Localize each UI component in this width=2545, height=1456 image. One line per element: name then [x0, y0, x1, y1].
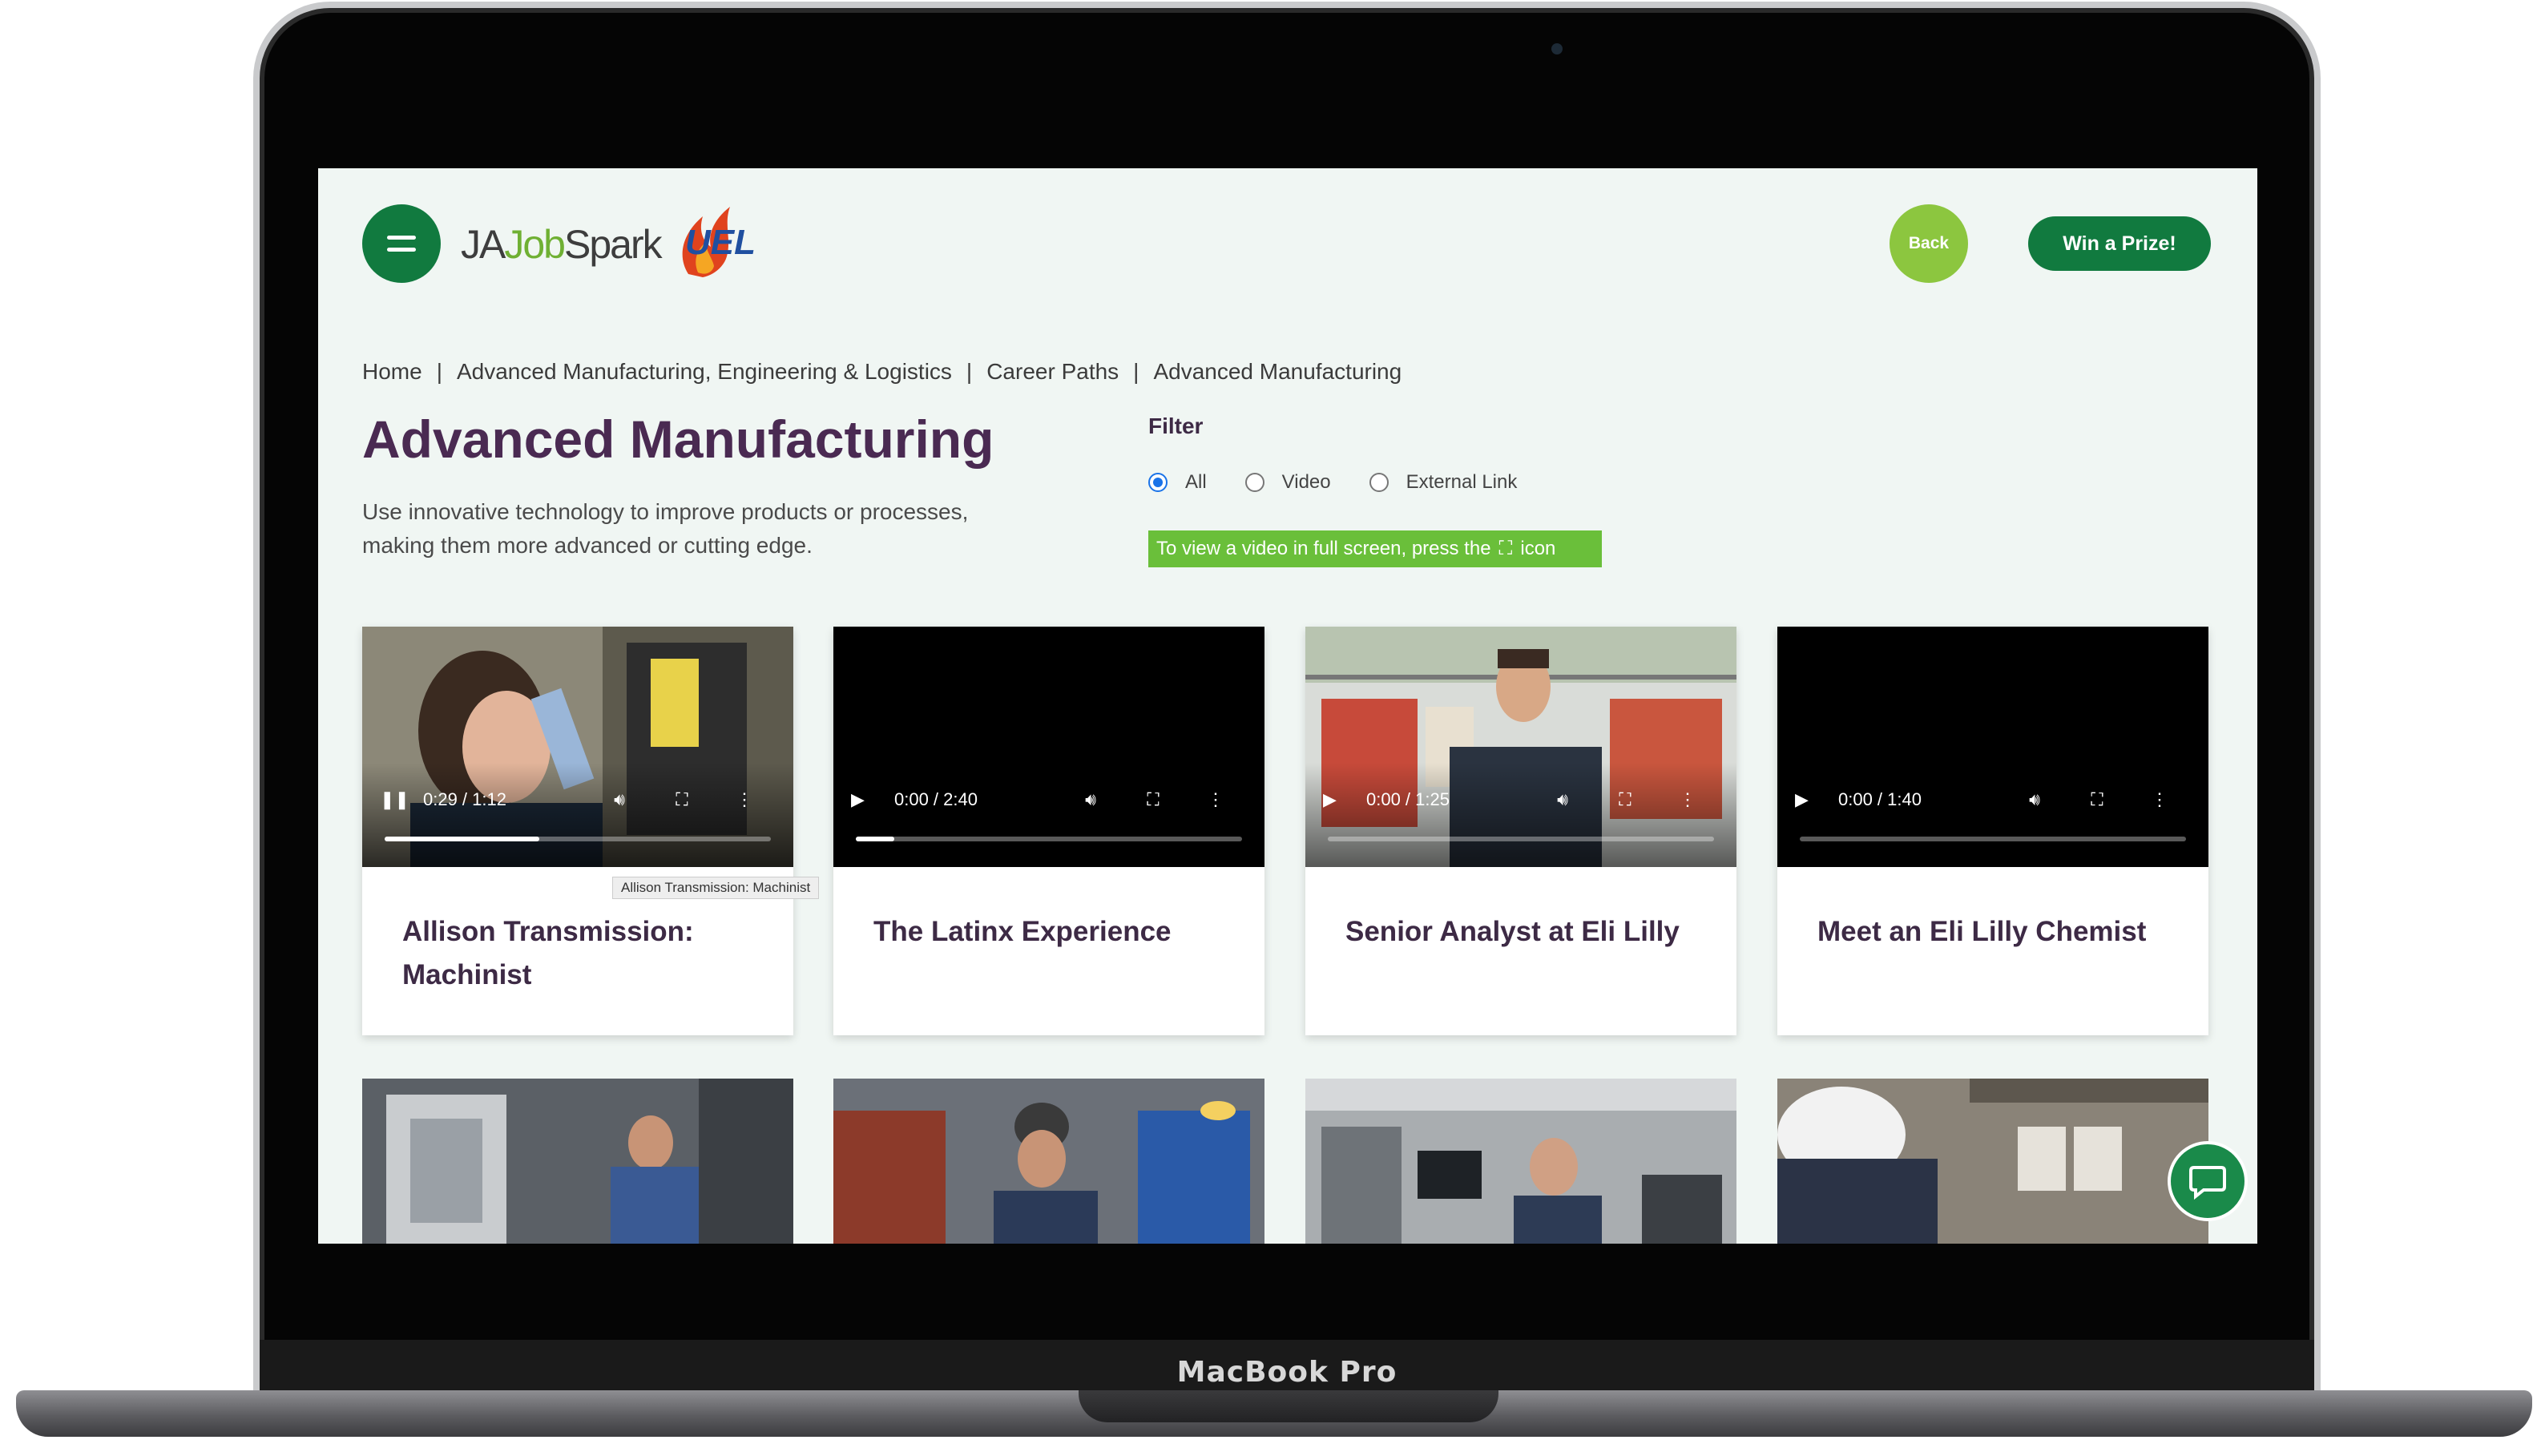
video-controls: ▶ 0:00 / 1:40 🔊︎ ⛶ ⋮ — [1795, 784, 2191, 816]
logo-ja: JA — [461, 222, 506, 267]
chat-button[interactable] — [2168, 1141, 2248, 1221]
video-card[interactable]: ▶ 0:00 / 1:25 🔊︎ ⛶ ⋮ Senior Analyst at E… — [1305, 627, 1736, 1035]
video-controls: ▶ 0:00 / 1:25 🔊︎ ⛶ ⋮ — [1323, 784, 1719, 816]
chat-icon — [2189, 1166, 2226, 1200]
video-thumbnail[interactable] — [1777, 1079, 2208, 1244]
video-frame — [362, 627, 793, 867]
back-button[interactable]: Back — [1890, 204, 1968, 283]
screen: JA Job Spark UEL Back Win a Prize! Home … — [318, 168, 2257, 1244]
breadcrumb-separator: | — [1133, 359, 1139, 384]
menu-icon-bar — [387, 236, 416, 240]
video-title[interactable]: Meet an Eli Lilly Chemist — [1777, 867, 2208, 954]
notice-text: To view a video in full screen, press th… — [1156, 538, 1491, 559]
more-vert-icon[interactable]: ⋮ — [2128, 789, 2191, 810]
video-player[interactable]: ▶ 0:00 / 2:40 🔊︎ ⛶ ⋮ — [833, 627, 1264, 867]
video-frame — [1305, 1079, 1736, 1244]
progress-fill — [385, 837, 539, 841]
video-progress[interactable] — [1328, 837, 1714, 841]
volume-icon[interactable]: 🔊︎ — [1531, 789, 1594, 810]
win-prize-button[interactable]: Win a Prize! — [2028, 216, 2211, 271]
play-icon[interactable]: ▶ — [1795, 789, 1827, 810]
more-vert-icon[interactable]: ⋮ — [1184, 789, 1247, 810]
filter-option-label: All — [1185, 471, 1207, 493]
video-player[interactable]: ▶ 0:00 / 1:40 🔊︎ ⛶ ⋮ — [1777, 627, 2208, 867]
volume-icon[interactable]: 🔊︎ — [2003, 789, 2066, 810]
video-card[interactable]: ▶ 0:00 / 2:40 🔊︎ ⛶ ⋮ The Latinx Experien… — [833, 627, 1264, 1035]
fullscreen-icon: ⛶ — [1498, 538, 1513, 559]
fullscreen-icon[interactable]: ⛶ — [2066, 789, 2128, 810]
breadcrumb-home[interactable]: Home — [362, 359, 422, 385]
camera-icon — [1551, 43, 1563, 54]
page-title: Advanced Manufacturing — [362, 409, 994, 469]
fullscreen-icon[interactable]: ⛶ — [1594, 789, 1656, 810]
more-vert-icon[interactable]: ⋮ — [1656, 789, 1719, 810]
video-thumbnail[interactable] — [833, 1079, 1264, 1244]
video-title[interactable]: Senior Analyst at Eli Lilly — [1305, 867, 1736, 954]
laptop-base-notch — [1079, 1390, 1498, 1422]
volume-icon[interactable]: 🔊︎ — [588, 789, 651, 810]
breadcrumb-career-paths[interactable]: Career Paths — [986, 359, 1119, 385]
fullscreen-notice: To view a video in full screen, press th… — [1148, 530, 1602, 567]
play-icon[interactable]: ▶ — [851, 789, 883, 810]
breadcrumb-current: Advanced Manufacturing — [1153, 359, 1402, 384]
video-frame — [1777, 1079, 2208, 1244]
device-label: MacBook Pro — [1176, 1355, 1398, 1389]
filter-options: All Video External Link — [1148, 471, 1517, 494]
pause-icon[interactable]: ❚❚ — [380, 789, 412, 810]
filter-option-label: Video — [1281, 471, 1331, 493]
notice-text-end: icon — [1520, 538, 1556, 559]
radio-external-link[interactable] — [1369, 473, 1389, 492]
video-player[interactable]: ❚❚ 0:29 / 1:12 🔊︎ ⛶ ⋮ — [362, 627, 793, 867]
video-time: 0:00 / 1:40 — [1838, 789, 1922, 809]
page-description: Use innovative technology to improve pro… — [362, 499, 969, 558]
partner-logo-text: UEL — [685, 223, 756, 262]
video-time: 0:29 / 1:12 — [423, 789, 506, 809]
filter-option-all[interactable]: All — [1148, 471, 1207, 494]
radio-all[interactable] — [1148, 473, 1168, 492]
filter-label: Filter — [1148, 413, 1204, 438]
video-frame — [1305, 627, 1736, 867]
fullscreen-icon[interactable]: ⛶ — [651, 789, 713, 810]
video-player[interactable]: ▶ 0:00 / 1:25 🔊︎ ⛶ ⋮ — [1305, 627, 1736, 867]
video-frame — [362, 1079, 793, 1244]
tooltip: Allison Transmission: Machinist — [612, 877, 820, 899]
video-progress[interactable] — [1800, 837, 2186, 841]
play-icon[interactable]: ▶ — [1323, 789, 1355, 810]
video-time: 0:00 / 2:40 — [894, 789, 978, 809]
logo-spark: Spark — [563, 222, 663, 267]
video-time: 0:00 / 1:25 — [1366, 789, 1450, 809]
video-thumbnail[interactable] — [1305, 1079, 1736, 1244]
breadcrumb-category[interactable]: Advanced Manufacturing, Engineering & Lo… — [457, 359, 952, 385]
fullscreen-icon[interactable]: ⛶ — [1122, 789, 1184, 810]
progress-fill — [856, 837, 895, 841]
breadcrumb: Home | Advanced Manufacturing, Engineeri… — [362, 359, 1402, 385]
menu-button[interactable] — [362, 204, 441, 283]
ja-jobspark-logo[interactable]: JA Job Spark — [461, 216, 663, 272]
filter-option-video[interactable]: Video — [1244, 471, 1331, 494]
volume-icon[interactable]: 🔊︎ — [1059, 789, 1122, 810]
video-card[interactable]: ▶ 0:00 / 1:40 🔊︎ ⛶ ⋮ Meet an Eli Lilly C… — [1777, 627, 2208, 1035]
breadcrumb-separator: | — [436, 359, 442, 384]
more-vert-icon[interactable]: ⋮ — [713, 789, 776, 810]
video-frame — [833, 1079, 1264, 1244]
menu-icon-bar — [387, 248, 416, 252]
video-title[interactable]: The Latinx Experience — [833, 867, 1264, 954]
video-progress[interactable] — [856, 837, 1242, 841]
video-progress[interactable] — [385, 837, 771, 841]
filter-option-label: External Link — [1406, 471, 1518, 493]
video-card[interactable]: ❚❚ 0:29 / 1:12 🔊︎ ⛶ ⋮ Allison Transmissi… — [362, 627, 820, 1035]
video-controls: ▶ 0:00 / 2:40 🔊︎ ⛶ ⋮ — [851, 784, 1247, 816]
filter-option-external-link[interactable]: External Link — [1369, 471, 1518, 494]
logo-job: Job — [504, 222, 566, 267]
video-controls: ❚❚ 0:29 / 1:12 🔊︎ ⛶ ⋮ — [380, 784, 776, 816]
video-thumbnail[interactable] — [362, 1079, 793, 1244]
radio-video[interactable] — [1244, 473, 1264, 492]
breadcrumb-separator: | — [966, 359, 973, 384]
